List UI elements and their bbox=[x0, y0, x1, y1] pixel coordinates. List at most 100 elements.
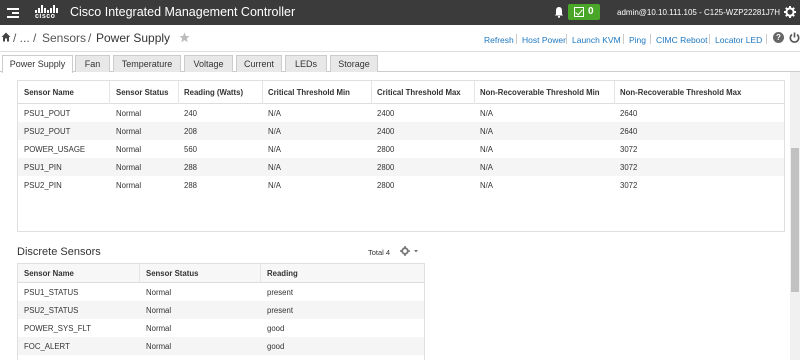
bell-icon[interactable] bbox=[554, 6, 564, 18]
check-icon bbox=[574, 7, 584, 17]
tab-fan[interactable]: Fan bbox=[75, 55, 110, 72]
locator-led-link[interactable]: Locator LED bbox=[715, 35, 762, 45]
tab-storage[interactable]: Storage bbox=[330, 55, 378, 72]
table-row[interactable]: PSU2_POUT Normal 208 N/A 2400 N/A 2640 bbox=[18, 122, 784, 140]
table-row[interactable]: PSU1_POUT Normal 240 N/A 2400 N/A 2640 bbox=[18, 104, 784, 122]
tab-leds[interactable]: LEDs bbox=[285, 55, 327, 72]
sensor-name: PSU2_STATUS bbox=[24, 306, 79, 315]
vertical-scrollbar[interactable] bbox=[790, 72, 800, 360]
critical-min: N/A bbox=[268, 163, 281, 172]
reading: 288 bbox=[184, 163, 198, 172]
sensor-status: Normal bbox=[116, 163, 142, 172]
breadcrumb-divider: / bbox=[88, 31, 92, 45]
table-row[interactable]: FOC_ALERT Normal good bbox=[18, 337, 424, 355]
table-row[interactable]: PSU1_PIN Normal 288 N/A 2800 N/A 3072 bbox=[18, 158, 784, 176]
refresh-link[interactable]: Refresh bbox=[484, 35, 514, 45]
non-recoverable-min: N/A bbox=[480, 127, 493, 136]
top-bar: cisco Cisco Integrated Management Contro… bbox=[0, 0, 800, 25]
critical-max: 2400 bbox=[377, 127, 395, 136]
table-row[interactable]: PSU1_STATUS Normal present bbox=[18, 283, 424, 301]
column-header[interactable]: Sensor Status bbox=[146, 269, 198, 278]
menu-icon[interactable] bbox=[7, 7, 19, 18]
action-separator bbox=[516, 34, 517, 44]
critical-max: 2800 bbox=[377, 181, 395, 190]
table-row[interactable]: POWER_SYS_FLT Normal good bbox=[18, 319, 424, 337]
sensor-status: Normal bbox=[116, 181, 142, 190]
power-icon[interactable] bbox=[789, 32, 800, 43]
user-info[interactable]: admin@10.10.111.105 - C125-WZP22281J7H bbox=[617, 8, 780, 17]
critical-max: 2400 bbox=[377, 109, 395, 118]
non-recoverable-max: 3072 bbox=[620, 163, 638, 172]
alert-badge[interactable]: 0 bbox=[568, 4, 600, 20]
reading: good bbox=[267, 324, 285, 333]
critical-min: N/A bbox=[268, 181, 281, 190]
action-separator bbox=[650, 34, 651, 44]
reading: 288 bbox=[184, 181, 198, 190]
sensor-name: PSU2_POUT bbox=[24, 127, 71, 136]
launch-kvm-link[interactable]: Launch KVM bbox=[572, 35, 621, 45]
reading: present bbox=[267, 288, 294, 297]
cisco-logo: cisco bbox=[34, 4, 60, 21]
help-icon[interactable]: ? bbox=[773, 32, 784, 43]
discrete-total-count: Total 4 bbox=[368, 248, 391, 257]
critical-min: N/A bbox=[268, 145, 281, 154]
alert-count: 0 bbox=[588, 6, 594, 17]
column-header[interactable]: Sensor Name bbox=[24, 269, 74, 278]
non-recoverable-max: 3072 bbox=[620, 181, 638, 190]
non-recoverable-min: N/A bbox=[480, 181, 493, 190]
table-header: Sensor Name Sensor Status Reading bbox=[18, 264, 424, 283]
discrete-sensors-panel: Sensor Name Sensor Status Reading PSU1_S… bbox=[17, 263, 425, 360]
tab-current[interactable]: Current bbox=[236, 55, 282, 72]
non-recoverable-min: N/A bbox=[480, 163, 493, 172]
discrete-sensors-title: Discrete Sensors bbox=[17, 246, 101, 258]
breadcrumb-ellipsis[interactable]: / ... / bbox=[13, 31, 36, 45]
non-recoverable-min: N/A bbox=[480, 145, 493, 154]
sensor-status: Normal bbox=[146, 324, 172, 333]
sensor-name: PSU1_PIN bbox=[24, 163, 62, 172]
sensor-name: PSU1_POUT bbox=[24, 109, 71, 118]
column-header[interactable]: Reading (Watts) bbox=[184, 88, 243, 97]
home-icon[interactable] bbox=[1, 32, 11, 42]
sensor-name: PSU2_PIN bbox=[24, 181, 62, 190]
table-row[interactable]: PSU2_STATUS Normal present bbox=[18, 301, 424, 319]
host-power-link[interactable]: Host Power bbox=[522, 35, 566, 45]
tab-temperature[interactable]: Temperature bbox=[113, 55, 181, 72]
column-header[interactable]: Non-Recoverable Threshold Min bbox=[480, 88, 600, 97]
action-separator bbox=[623, 34, 624, 44]
column-header[interactable]: Non-Recoverable Threshold Max bbox=[620, 88, 741, 97]
column-header[interactable]: Critical Threshold Max bbox=[377, 88, 461, 97]
sensor-status: Normal bbox=[116, 127, 142, 136]
sensor-status: Normal bbox=[116, 145, 142, 154]
threshold-sensors-panel: Sensor Name Sensor Status Reading (Watts… bbox=[17, 80, 785, 232]
star-icon[interactable] bbox=[179, 32, 190, 43]
reading: 560 bbox=[184, 145, 198, 154]
sensor-name: PSU1_STATUS bbox=[24, 288, 79, 297]
table-settings-gear-icon[interactable] bbox=[400, 246, 420, 256]
app-title: Cisco Integrated Management Controller bbox=[70, 5, 296, 19]
ping-link[interactable]: Ping bbox=[629, 35, 646, 45]
non-recoverable-max: 2640 bbox=[620, 127, 638, 136]
critical-min: N/A bbox=[268, 127, 281, 136]
column-header[interactable]: Sensor Name bbox=[24, 88, 74, 97]
tab-bar: Power Supply Fan Temperature Voltage Cur… bbox=[0, 55, 800, 73]
sensor-status: Normal bbox=[116, 109, 142, 118]
action-separator bbox=[766, 34, 767, 44]
action-separator bbox=[709, 34, 710, 44]
sensor-name: FOC_ALERT bbox=[24, 342, 70, 351]
sensor-status: Normal bbox=[146, 306, 172, 315]
gear-icon[interactable] bbox=[784, 6, 796, 18]
column-header[interactable]: Critical Threshold Min bbox=[268, 88, 350, 97]
table-row[interactable]: POWER_USAGE Normal 560 N/A 2800 N/A 3072 bbox=[18, 140, 784, 158]
critical-min: N/A bbox=[268, 109, 281, 118]
breadcrumb-sensors[interactable]: Sensors bbox=[42, 31, 86, 45]
table-row[interactable]: PSU2_PIN Normal 288 N/A 2800 N/A 3072 bbox=[18, 176, 784, 194]
cimc-reboot-link[interactable]: CIMC Reboot bbox=[656, 35, 708, 45]
column-header[interactable]: Reading bbox=[267, 269, 298, 278]
critical-max: 2800 bbox=[377, 145, 395, 154]
reading: 208 bbox=[184, 127, 198, 136]
column-header[interactable]: Sensor Status bbox=[116, 88, 168, 97]
tab-power-supply[interactable]: Power Supply bbox=[2, 55, 73, 73]
scrollbar-thumb[interactable] bbox=[791, 148, 799, 292]
tab-voltage[interactable]: Voltage bbox=[184, 55, 233, 72]
non-recoverable-max: 3072 bbox=[620, 145, 638, 154]
